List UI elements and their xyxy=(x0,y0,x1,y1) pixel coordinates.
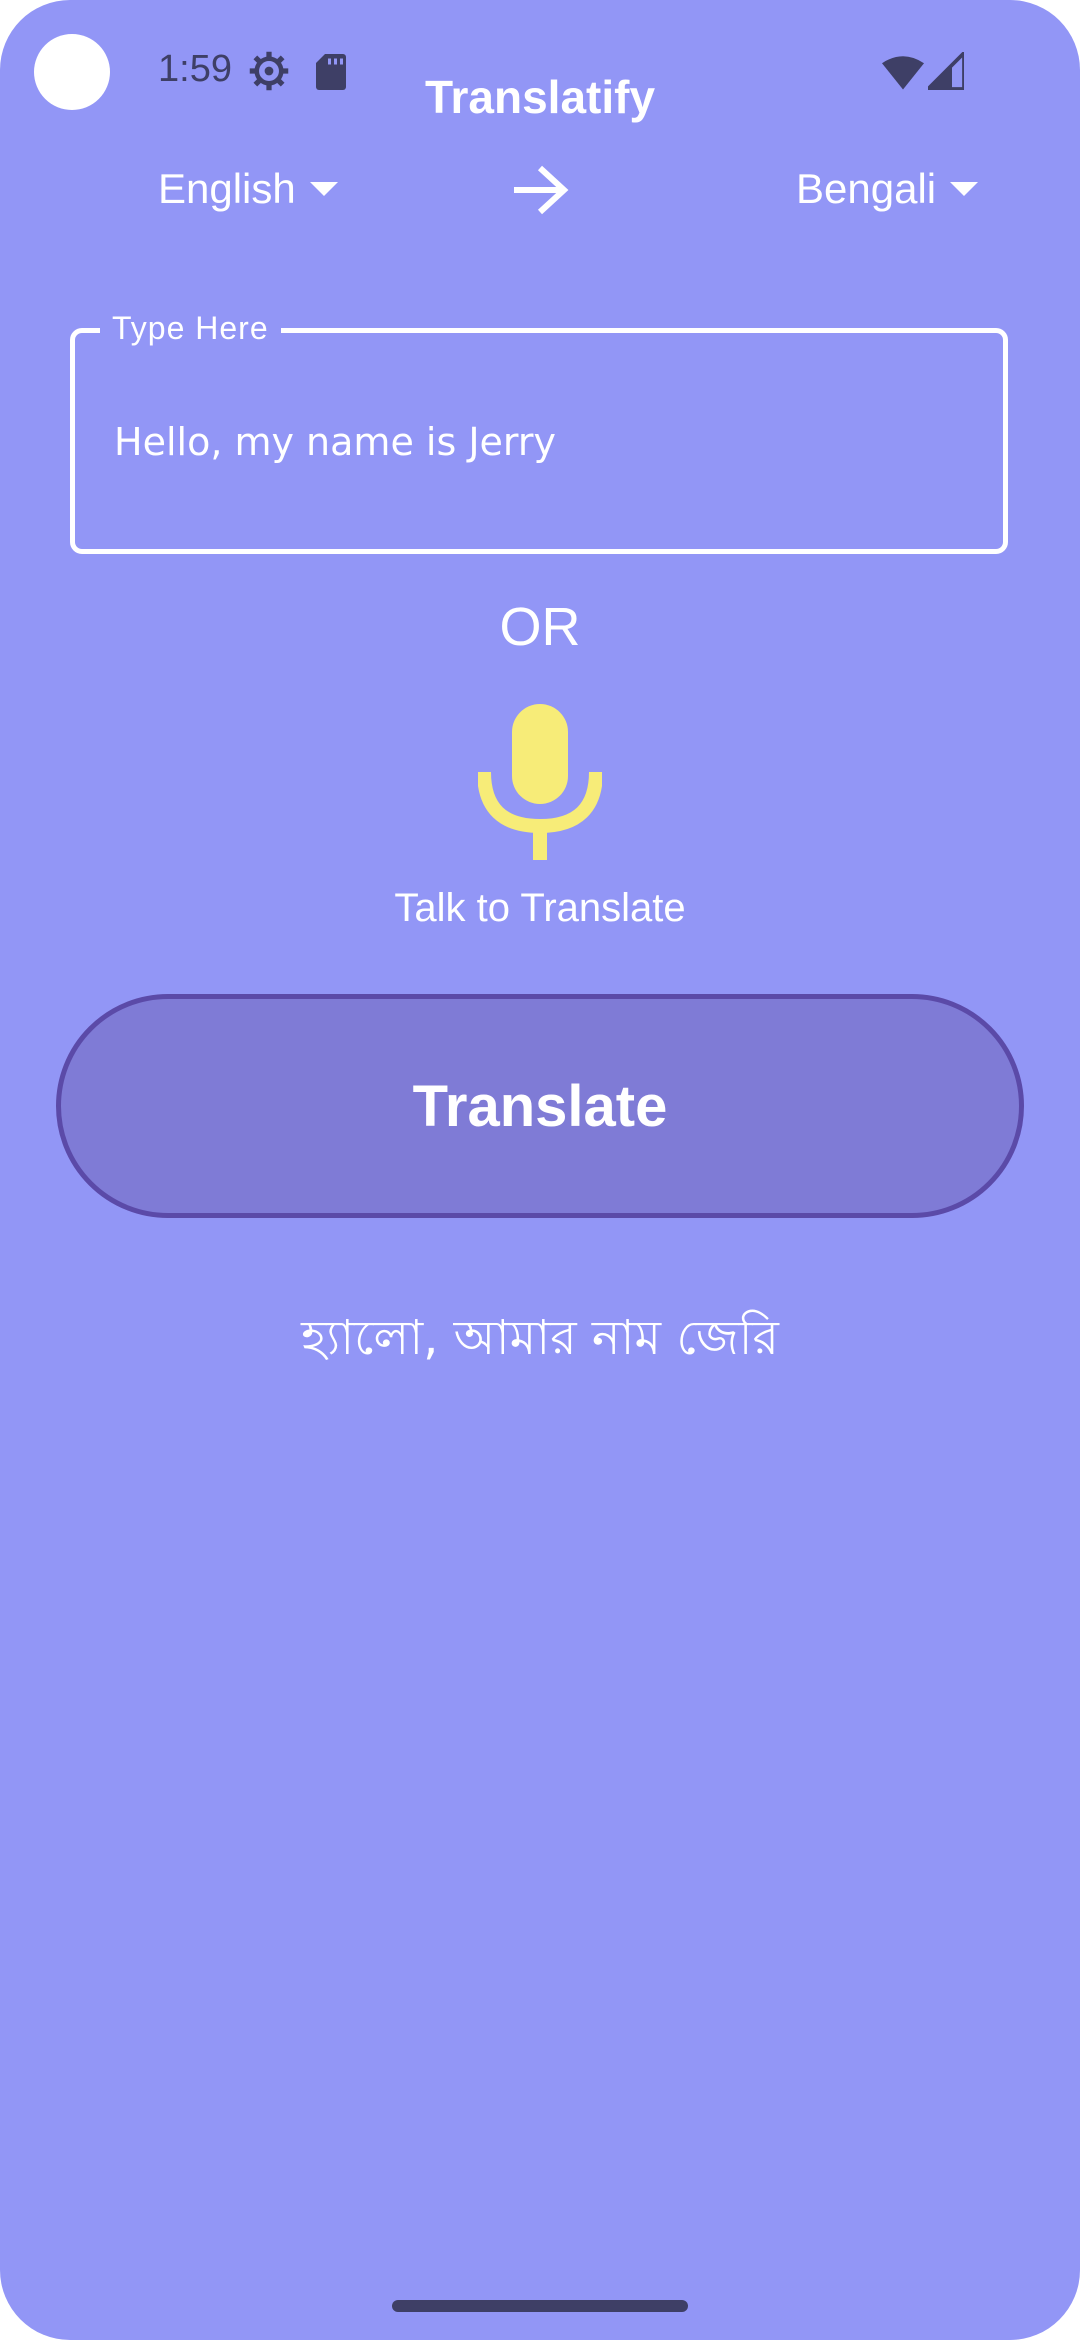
source-language-dropdown[interactable]: English xyxy=(158,165,338,213)
home-indicator[interactable] xyxy=(392,2300,688,2312)
translate-button-label: Translate xyxy=(412,1073,668,1139)
translate-button[interactable]: Translate xyxy=(56,994,1024,1218)
translation-result: হ্যালো, আমার নাম জেরি xyxy=(301,1310,779,1366)
talk-to-translate-label: Talk to Translate xyxy=(394,886,686,930)
app-title: Translatify xyxy=(424,71,656,123)
target-language-label: Bengali xyxy=(796,165,937,212)
microphone-icon[interactable] xyxy=(478,700,602,862)
text-input-value[interactable]: Hello, my name is Jerry xyxy=(114,420,556,464)
or-divider: OR xyxy=(499,597,581,657)
target-language-dropdown[interactable]: Bengali xyxy=(796,165,979,213)
caret-down-icon xyxy=(309,182,338,196)
app-screen: 1:59 Translatify English Bengali Type He… xyxy=(0,0,1080,2340)
source-language-label: English xyxy=(158,165,296,212)
text-input-label: Type Here xyxy=(100,310,281,347)
arrow-right-icon[interactable] xyxy=(510,164,570,216)
caret-down-icon xyxy=(950,182,979,196)
